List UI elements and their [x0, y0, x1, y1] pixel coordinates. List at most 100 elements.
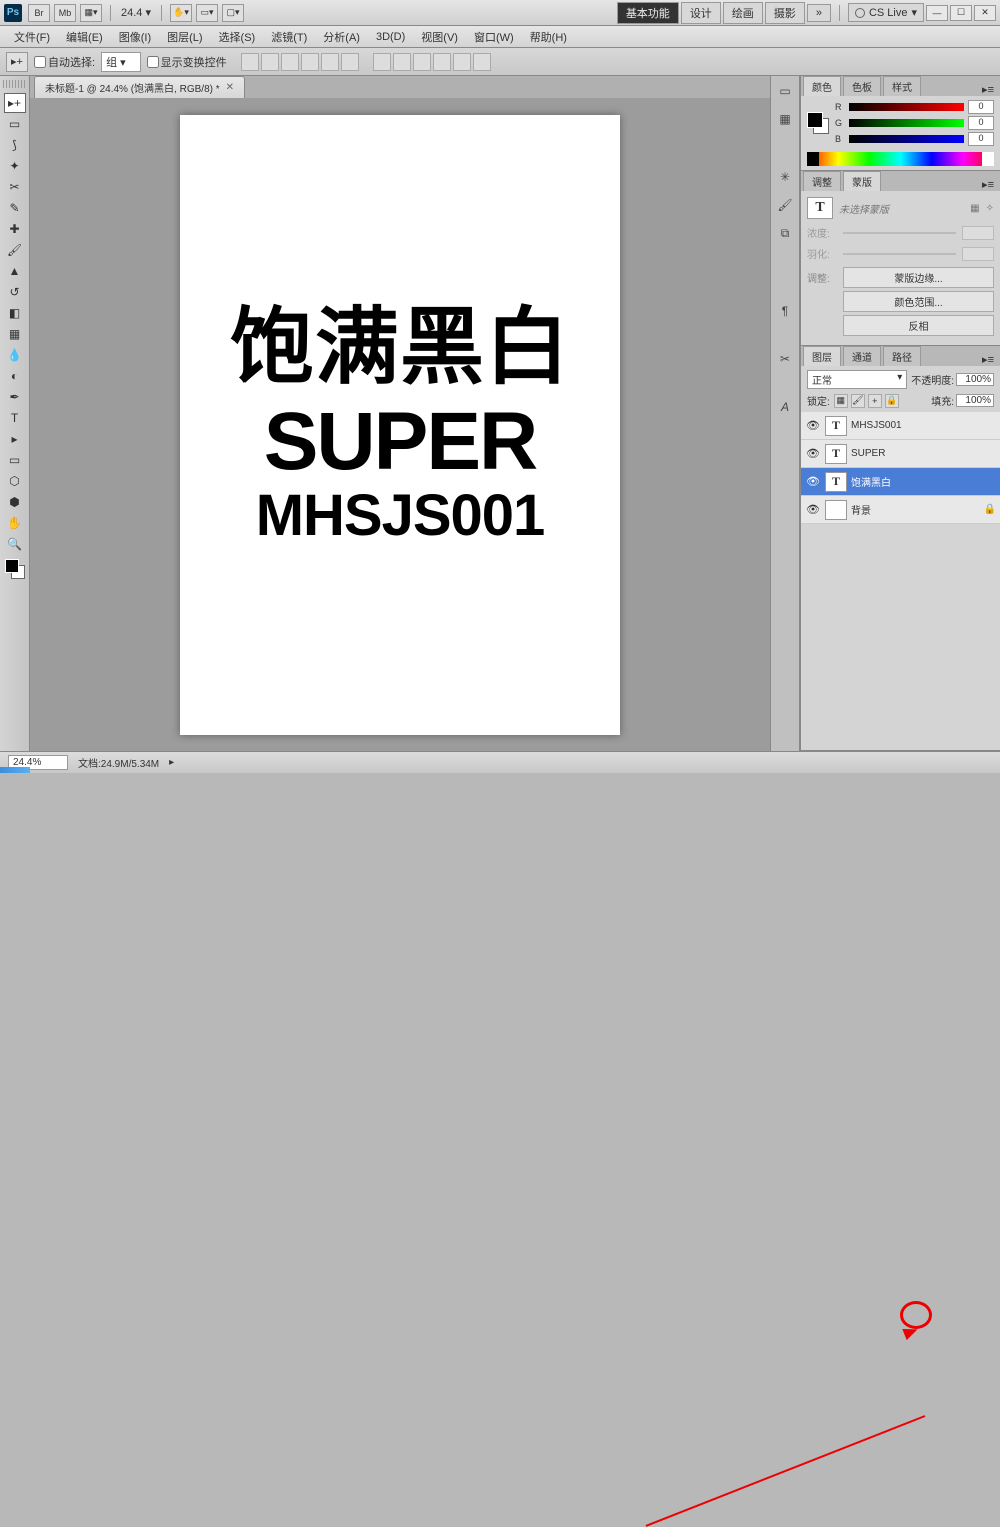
crop-tool[interactable]: ✂	[4, 177, 26, 197]
r-slider[interactable]	[849, 103, 964, 111]
screen-icon[interactable]: ▢▾	[222, 4, 244, 22]
vector-mask-icon[interactable]: ✧	[986, 203, 994, 214]
align-btn[interactable]	[281, 53, 299, 71]
menu-window[interactable]: 窗口(W)	[466, 27, 522, 47]
layers-tab[interactable]: 图层	[803, 346, 841, 366]
g-slider[interactable]	[849, 119, 964, 127]
menu-layer[interactable]: 图层(L)	[159, 27, 210, 47]
history-brush-tool[interactable]: ↺	[4, 282, 26, 302]
visibility-icon[interactable]: 👁	[805, 419, 821, 432]
shape-tool[interactable]: ▭	[4, 450, 26, 470]
document-tab[interactable]: 未标题-1 @ 24.4% (饱满黑白, RGB/8) * ✕	[34, 76, 245, 98]
align-btn[interactable]	[261, 53, 279, 71]
pen-tool[interactable]: ✒	[4, 387, 26, 407]
lock-pixels-icon[interactable]: 🖌	[851, 394, 865, 408]
b-value[interactable]: 0	[968, 132, 994, 146]
tab-close-icon[interactable]: ✕	[226, 82, 234, 93]
visibility-icon[interactable]: 👁	[805, 475, 821, 488]
fill-input[interactable]: 100%	[956, 394, 994, 407]
menu-3d[interactable]: 3D(D)	[368, 29, 413, 45]
move-tool-icon[interactable]: ▸+	[6, 52, 28, 72]
blur-tool[interactable]: 💧	[4, 345, 26, 365]
layer-thumbnail[interactable]: T	[825, 444, 847, 464]
dist-btn[interactable]	[373, 53, 391, 71]
panel-menu-icon[interactable]: ▸≡	[976, 353, 1000, 366]
r-value[interactable]: 0	[968, 100, 994, 114]
menu-image[interactable]: 图像(I)	[111, 27, 159, 47]
arrange-icon[interactable]: ▭▾	[196, 4, 218, 22]
menu-help[interactable]: 帮助(H)	[522, 27, 575, 47]
lock-transparent-icon[interactable]: ▦	[834, 394, 848, 408]
dist-btn[interactable]	[433, 53, 451, 71]
layer-row[interactable]: 👁 T 饱满黑白	[801, 468, 1000, 496]
eraser-tool[interactable]: ◧	[4, 303, 26, 323]
dist-btn[interactable]	[453, 53, 471, 71]
gradient-tool[interactable]: ▦	[4, 324, 26, 344]
zoom-display[interactable]: 24.4 ▾	[117, 6, 155, 19]
menu-file[interactable]: 文件(F)	[6, 27, 58, 47]
clone-icon[interactable]: ⧉	[776, 224, 794, 242]
brush-presets-icon[interactable]: ✳	[776, 168, 794, 186]
adjustments-tab[interactable]: 调整	[803, 171, 841, 191]
invert-button[interactable]: 反相	[843, 315, 994, 336]
lasso-tool[interactable]: ⟆	[4, 135, 26, 155]
marquee-tool[interactable]: ▭	[4, 114, 26, 134]
layer-row[interactable]: 👁 T SUPER	[801, 440, 1000, 468]
blend-mode-select[interactable]: 正常▾	[807, 370, 907, 389]
styles-tab[interactable]: 样式	[883, 76, 921, 96]
align-btn[interactable]	[301, 53, 319, 71]
layer-thumbnail[interactable]: T	[825, 416, 847, 436]
visibility-icon[interactable]: 👁	[805, 503, 821, 516]
3d-camera-tool[interactable]: ⬢	[4, 492, 26, 512]
workspace-more[interactable]: »	[807, 4, 831, 22]
close-button[interactable]: ✕	[974, 5, 996, 21]
paragraph-icon[interactable]: ¶	[776, 302, 794, 320]
layer-row[interactable]: 👁 背景 🔒	[801, 496, 1000, 524]
pixel-mask-icon[interactable]: ▦	[970, 203, 979, 214]
align-btn[interactable]	[241, 53, 259, 71]
dist-btn[interactable]	[413, 53, 431, 71]
brush-tool[interactable]: 🖌	[4, 240, 26, 260]
channels-tab[interactable]: 通道	[843, 346, 881, 366]
fg-bg-colors[interactable]	[5, 559, 25, 579]
mb-icon[interactable]: Mb	[54, 4, 76, 22]
autoselect-checkbox[interactable]: 自动选择:	[34, 54, 95, 70]
workspace-photo[interactable]: 摄影	[765, 2, 805, 24]
mask-edge-button[interactable]: 蒙版边缘...	[843, 267, 994, 288]
stamp-tool[interactable]: ▲	[4, 261, 26, 281]
dist-btn[interactable]	[393, 53, 411, 71]
dodge-tool[interactable]: ◐	[4, 366, 26, 386]
hand-tool[interactable]: ✋	[4, 513, 26, 533]
tool-presets-icon[interactable]: ✂	[776, 350, 794, 368]
color-swatches[interactable]	[807, 112, 829, 134]
workspace-design[interactable]: 设计	[681, 2, 721, 24]
hand-icon[interactable]: ✋▾	[170, 4, 192, 22]
layer-thumbnail[interactable]	[825, 500, 847, 520]
paths-tab[interactable]: 路径	[883, 346, 921, 366]
dist-btn[interactable]	[473, 53, 491, 71]
color-range-button[interactable]: 颜色范围...	[843, 291, 994, 312]
layer-row[interactable]: 👁 T MHSJS001	[801, 412, 1000, 440]
bridge-icon[interactable]: Br	[28, 4, 50, 22]
move-tool[interactable]: ▸+	[4, 93, 26, 113]
panel-menu-icon[interactable]: ▸≡	[976, 178, 1000, 191]
color-spectrum[interactable]	[807, 152, 994, 166]
zoom-tool[interactable]: 🔍	[4, 534, 26, 554]
maximize-button[interactable]: ☐	[950, 5, 972, 21]
heal-tool[interactable]: ✚	[4, 219, 26, 239]
color-tab[interactable]: 颜色	[803, 76, 841, 96]
panel-menu-icon[interactable]: ▸≡	[976, 83, 1000, 96]
masks-tab[interactable]: 蒙版	[843, 171, 881, 191]
align-btn[interactable]	[321, 53, 339, 71]
menu-edit[interactable]: 编辑(E)	[58, 27, 111, 47]
menu-analysis[interactable]: 分析(A)	[315, 27, 368, 47]
3d-tool[interactable]: ⬡	[4, 471, 26, 491]
eyedropper-tool[interactable]: ✎	[4, 198, 26, 218]
canvas-viewport[interactable]: 饱满黑白 SUPER MHSJS001	[30, 98, 770, 751]
type-tool[interactable]: T	[4, 408, 26, 428]
tools-grip[interactable]	[3, 80, 27, 88]
g-value[interactable]: 0	[968, 116, 994, 130]
show-transform-checkbox[interactable]: 显示变换控件	[147, 54, 227, 70]
align-btn[interactable]	[341, 53, 359, 71]
layer-thumbnail[interactable]: T	[825, 472, 847, 492]
